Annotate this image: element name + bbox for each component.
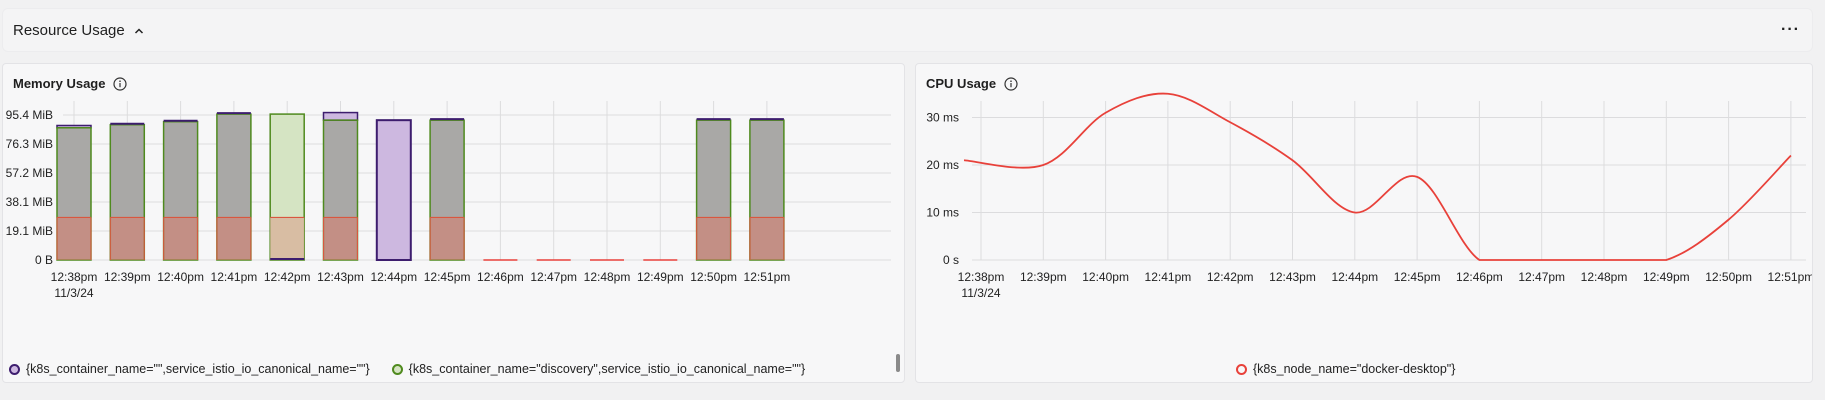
x-tick-label: 12:42pm [1207, 270, 1254, 284]
y-tick-label: 76.3 MiB [6, 137, 53, 151]
x-tick-label: 12:45pm [424, 270, 471, 284]
memory-usage-panel: Memory Usage 0 B 19.1 MiB 38.1 MiB 57.2 MiB… [2, 63, 905, 383]
x-tick-date: 11/3/24 [961, 286, 1000, 300]
cpu-usage-panel: CPU Usage 0 s 10 ms 20 ms 30 ms 12:38pm 12:39… [915, 63, 1813, 383]
y-tick-label: 38.1 MiB [6, 195, 53, 209]
y-tick-label: 30 ms [926, 111, 959, 125]
x-tick-date: 11/3/24 [54, 286, 93, 300]
y-tick-label: 0 s [943, 253, 959, 267]
x-tick-label: 12:39pm [1020, 270, 1067, 284]
bar-stack-red [163, 217, 198, 260]
y-tick-label: 57.2 MiB [6, 166, 53, 180]
x-tick-label: 12:49pm [1643, 270, 1690, 284]
legend-item-docker-desktop[interactable]: {k8s_node_name="docker-desktop"} [1236, 362, 1455, 376]
cpu-legend: {k8s_node_name="docker-desktop"} [1236, 362, 1455, 376]
bar-stack-red [110, 217, 145, 260]
x-tick-label: 12:39pm [104, 270, 151, 284]
cpu-series-line [963, 92, 1792, 261]
bar-stack-red [323, 217, 358, 260]
x-tick-label: 12:44pm [370, 270, 417, 284]
memory-usage-chart: 0 B 19.1 MiB 38.1 MiB 57.2 MiB 76.3 MiB 95.4 … [6, 101, 891, 300]
section-title: Resource Usage [13, 22, 125, 39]
x-tick-label: 12:43pm [1269, 270, 1316, 284]
legend-item-container-empty[interactable]: {k8s_container_name="",service_istio_io_… [9, 362, 370, 376]
y-tick-label: 0 B [35, 253, 53, 267]
x-tick-label: 12:43pm [317, 270, 364, 284]
bar-purple-cap [322, 111, 359, 121]
x-tick-label: 12:47pm [530, 270, 577, 284]
x-tick-label: 12:41pm [1145, 270, 1192, 284]
legend-swatch [1236, 363, 1247, 375]
bar-container-empty [375, 119, 412, 262]
x-tick-label: 12:41pm [211, 270, 258, 284]
cpu-usage-chart: 0 s 10 ms 20 ms 30 ms 12:38pm 12:39pm 12:40pm 1… [926, 92, 1813, 300]
legend-label: {k8s_container_name="discovery",service_… [408, 362, 806, 376]
x-tick-label: 12:48pm [584, 270, 631, 284]
bar-stack-red [216, 217, 251, 260]
bar-stack-red [696, 217, 731, 260]
y-tick-label: 20 ms [926, 158, 959, 172]
x-tick-label: 12:40pm [157, 270, 204, 284]
x-tick-label: 12:49pm [637, 270, 684, 284]
resource-usage-section-header: Resource Usage ··· [2, 8, 1813, 52]
memory-legend: {k8s_container_name="",service_istio_io_… [9, 362, 805, 376]
y-tick-label: 10 ms [926, 206, 959, 220]
x-tick-label: 12:38pm [51, 270, 98, 284]
x-tick-label: 12:38pm [958, 270, 1005, 284]
legend-swatch [391, 363, 403, 375]
legend-scrollbar[interactable] [896, 354, 900, 372]
legend-swatch [9, 363, 20, 375]
x-tick-label: 12:44pm [1331, 270, 1378, 284]
x-tick-label: 12:50pm [1705, 270, 1752, 284]
bar-stack-red [57, 217, 91, 260]
bar-stack-red [270, 217, 305, 260]
more-options-button[interactable]: ··· [1781, 21, 1800, 39]
section-toggle[interactable]: Resource Usage [13, 22, 145, 39]
x-tick-label: 12:40pm [1082, 270, 1129, 284]
x-tick-label: 12:46pm [477, 270, 524, 284]
x-tick-label: 12:50pm [690, 270, 737, 284]
x-tick-label: 12:51pm [744, 270, 791, 284]
legend-item-container-discovery[interactable]: {k8s_container_name="discovery",service_… [391, 362, 806, 376]
bar-stack-red [749, 217, 784, 260]
chevron-up-icon [134, 27, 143, 34]
y-tick-label: 19.1 MiB [6, 224, 53, 238]
x-tick-label: 12:51pm [1768, 270, 1813, 284]
legend-label: {k8s_container_name="",service_istio_io_… [26, 362, 370, 376]
x-tick-label: 12:42pm [264, 270, 311, 284]
x-tick-label: 12:46pm [1456, 270, 1503, 284]
x-tick-label: 12:48pm [1581, 270, 1628, 284]
x-tick-label: 12:47pm [1518, 270, 1565, 284]
y-tick-label: 95.4 MiB [6, 108, 53, 122]
legend-label: {k8s_node_name="docker-desktop"} [1253, 362, 1456, 376]
x-tick-label: 12:45pm [1394, 270, 1441, 284]
bar-stack-red [430, 217, 465, 260]
